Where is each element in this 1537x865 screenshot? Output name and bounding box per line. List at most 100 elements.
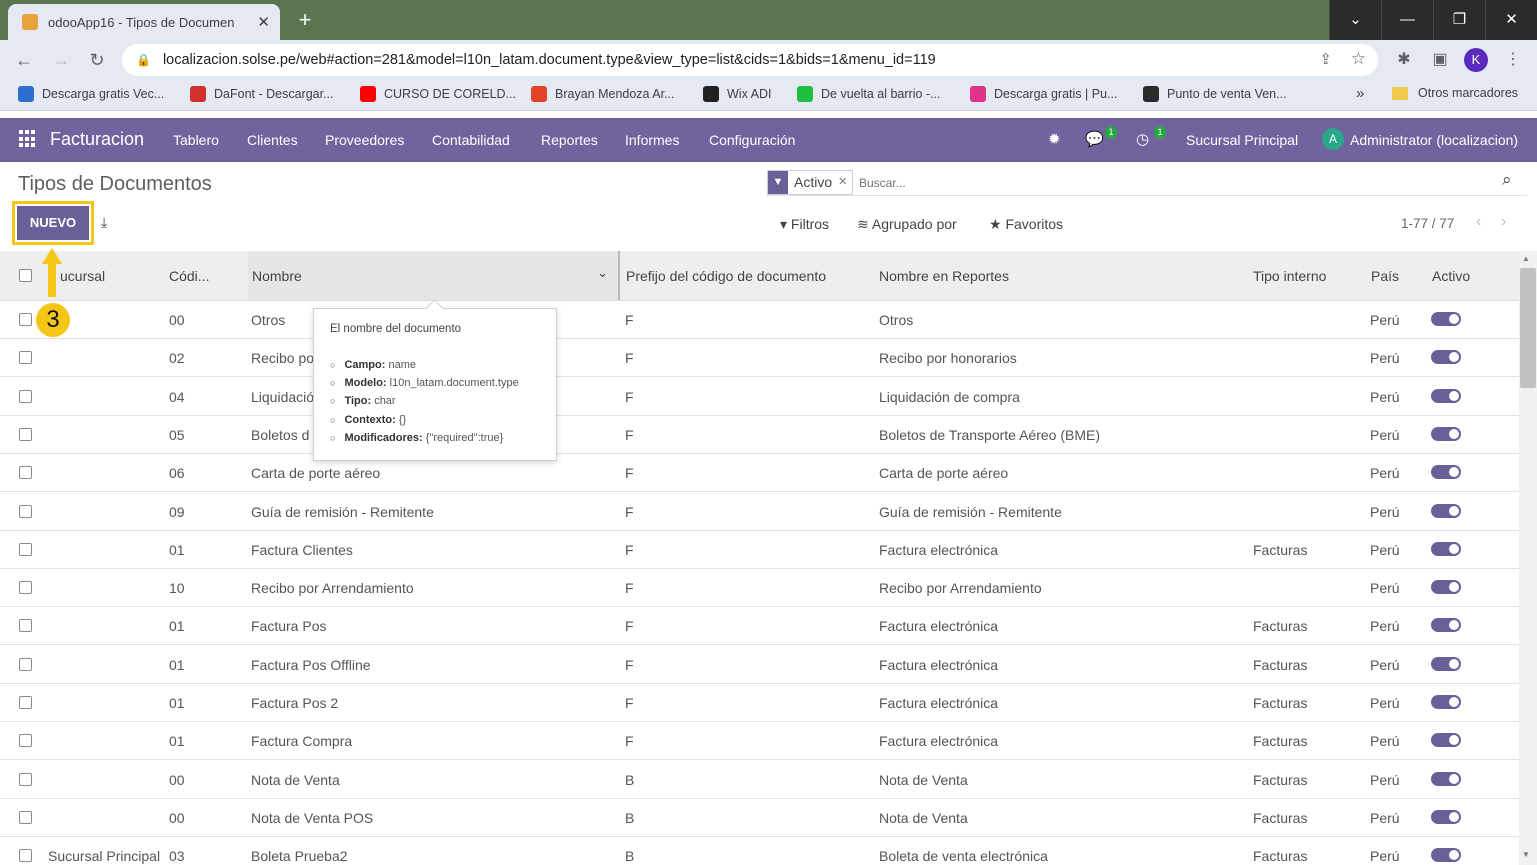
bookmark-item[interactable]: De vuelta al barrio -...	[797, 86, 941, 102]
bookmark-item[interactable]: Descarga gratis | Pu...	[970, 86, 1117, 102]
active-toggle[interactable]	[1431, 695, 1461, 709]
row-checkbox[interactable]	[19, 696, 32, 709]
bookmark-item[interactable]: CURSO DE CORELD...	[360, 86, 516, 102]
column-header-code[interactable]: Códi...	[169, 268, 209, 284]
active-toggle[interactable]	[1431, 388, 1461, 403]
search-facet[interactable]: ▼ Activo ✕	[767, 170, 854, 195]
pager-value[interactable]: 1-77 / 77	[1401, 216, 1454, 231]
active-toggle[interactable]	[1431, 580, 1461, 595]
menu-proveedores[interactable]: Proveedores	[325, 132, 404, 148]
extensions-icon[interactable]: ✱	[1393, 49, 1415, 71]
active-toggle[interactable]	[1431, 618, 1461, 633]
sort-chevron-down-icon[interactable]: ⌄	[597, 265, 608, 281]
active-toggle[interactable]	[1431, 312, 1461, 326]
active-toggle[interactable]	[1431, 465, 1461, 480]
menu-tablero[interactable]: Tablero	[173, 132, 219, 148]
table-row[interactable]: 01 Factura Clientes F Factura electrónica Fa…	[0, 531, 1519, 569]
table-row[interactable]: 09 Guía de remisión - Remitente F Guía de r…	[0, 493, 1519, 531]
table-row[interactable]: 00 Nota de Venta B Nota de Venta Facturas Per…	[0, 761, 1519, 799]
scrollbar-thumb[interactable]	[1520, 268, 1536, 388]
search-icon[interactable]: ⌕	[1502, 170, 1512, 190]
table-row[interactable]: 05 Boletos d F Boletos de Transporte Aéreo …	[0, 416, 1519, 454]
forward-icon[interactable]: →	[49, 48, 73, 72]
row-checkbox[interactable]	[19, 466, 32, 480]
browser-tab[interactable]: odooApp16 - Tipos de Documen ✕	[8, 4, 280, 40]
url-text[interactable]: localizacion.solse.pe/web#action=281&mod…	[163, 52, 936, 68]
close-window-icon[interactable]: ✕	[1485, 0, 1537, 40]
share-icon[interactable]: ⇪	[1319, 50, 1332, 68]
bookmark-star-icon[interactable]: ☆	[1351, 49, 1366, 69]
active-toggle[interactable]	[1431, 541, 1461, 556]
new-tab-button[interactable]: +	[291, 6, 319, 34]
active-toggle[interactable]	[1431, 656, 1461, 671]
browser-menu-icon[interactable]: ⋮	[1502, 49, 1524, 71]
other-bookmarks[interactable]: Otros marcadores	[1392, 86, 1518, 100]
column-header-branch[interactable]: ucursal	[60, 268, 105, 284]
active-toggle[interactable]	[1431, 503, 1461, 518]
table-row[interactable]: 04 Liquidació F Liquidación de compra Perú	[0, 378, 1519, 416]
bookmark-item[interactable]: DaFont - Descargar...	[190, 86, 334, 102]
user-menu[interactable]: Administrator (localizacion)	[1350, 132, 1518, 148]
row-checkbox[interactable]	[19, 351, 32, 365]
restore-icon[interactable]: ❐	[1433, 0, 1485, 40]
row-checkbox[interactable]	[19, 313, 32, 326]
minimize-icon[interactable]: —	[1381, 0, 1433, 40]
table-row[interactable]: 06 Carta de porte aéreo F Carta de porte aé…	[0, 454, 1519, 493]
table-row[interactable]: Sucursal Principal 03 Boleta Prueba2 B Bolet…	[0, 837, 1519, 865]
table-row[interactable]: 01 Factura Pos Offline F Factura electrónic…	[0, 646, 1519, 684]
filters-button[interactable]: ▾ Filtros	[780, 216, 829, 233]
active-toggle[interactable]	[1431, 848, 1461, 863]
table-row[interactable]: 10 Recibo por Arrendamiento F Recibo por Ar…	[0, 569, 1519, 608]
column-header-active[interactable]: Activo	[1432, 268, 1470, 284]
select-all-checkbox[interactable]	[19, 269, 32, 282]
column-header-name[interactable]: Nombre	[252, 268, 302, 284]
scroll-down-icon[interactable]: ▼	[1522, 850, 1530, 859]
reload-icon[interactable]: ↻	[85, 48, 109, 72]
pager-next-icon[interactable]: ›	[1501, 213, 1506, 231]
branch-switcher[interactable]: Sucursal Principal	[1186, 132, 1298, 148]
pager-previous-icon[interactable]: ‹	[1476, 213, 1481, 231]
close-tab-icon[interactable]: ✕	[257, 13, 270, 31]
row-checkbox[interactable]	[19, 427, 32, 441]
address-bar[interactable]: 🔒 localizacion.solse.pe/web#action=281&m…	[122, 44, 1378, 76]
column-header-country[interactable]: País	[1371, 268, 1399, 284]
row-checkbox[interactable]	[19, 542, 32, 556]
table-row[interactable]: 02 Recibo po F Recibo por honorarios Perú	[0, 339, 1519, 378]
table-row[interactable]: 00 Otros F Otros Perú	[0, 301, 1519, 339]
active-toggle[interactable]	[1431, 733, 1461, 748]
column-header-prefix[interactable]: Prefijo del código de documento	[626, 268, 826, 284]
menu-clientes[interactable]: Clientes	[247, 132, 298, 148]
column-header-report-name[interactable]: Nombre en Reportes	[879, 268, 1009, 284]
more-bookmarks-icon[interactable]: »	[1356, 85, 1364, 102]
column-header-internal-type[interactable]: Tipo interno	[1253, 268, 1326, 284]
messages-icon[interactable]: 💬	[1085, 130, 1104, 148]
tab-search-icon[interactable]: ⌄	[1329, 0, 1381, 40]
remove-facet-icon[interactable]: ✕	[838, 171, 852, 194]
lock-icon[interactable]: 🔒	[136, 53, 151, 67]
profile-avatar[interactable]: K	[1464, 48, 1488, 72]
new-button[interactable]: NUEVO	[17, 206, 89, 240]
row-checkbox[interactable]	[19, 619, 32, 633]
row-checkbox[interactable]	[19, 849, 32, 863]
row-checkbox[interactable]	[19, 772, 32, 786]
activities-clock-icon[interactable]: ◷	[1136, 130, 1149, 148]
bookmark-item[interactable]: Descarga gratis Vec...	[18, 86, 164, 102]
bookmark-item[interactable]: Punto de venta Ven...	[1143, 86, 1287, 102]
table-row[interactable]: 01 Factura Pos 2 F Factura electrónica Factu…	[0, 684, 1519, 722]
menu-reportes[interactable]: Reportes	[541, 132, 598, 148]
menu-configuracion[interactable]: Configuración	[709, 132, 795, 148]
row-checkbox[interactable]	[19, 504, 32, 518]
table-row[interactable]: 01 Factura Compra F Factura electrónica Fact…	[0, 722, 1519, 761]
row-checkbox[interactable]	[19, 389, 32, 403]
debug-bug-icon[interactable]: ✹	[1048, 130, 1061, 148]
scroll-up-icon[interactable]: ▲	[1522, 254, 1530, 263]
menu-informes[interactable]: Informes	[625, 132, 679, 148]
side-panel-icon[interactable]: ▣	[1429, 49, 1451, 71]
apps-menu-icon[interactable]	[19, 130, 37, 148]
row-checkbox[interactable]	[19, 657, 32, 671]
table-row[interactable]: 00 Nota de Venta POS B Nota de Venta Factura…	[0, 799, 1519, 837]
active-toggle[interactable]	[1431, 809, 1461, 824]
group-by-button[interactable]: ≋ Agrupado por	[857, 216, 957, 233]
back-icon[interactable]: ←	[12, 48, 36, 72]
menu-contabilidad[interactable]: Contabilidad	[432, 132, 510, 148]
